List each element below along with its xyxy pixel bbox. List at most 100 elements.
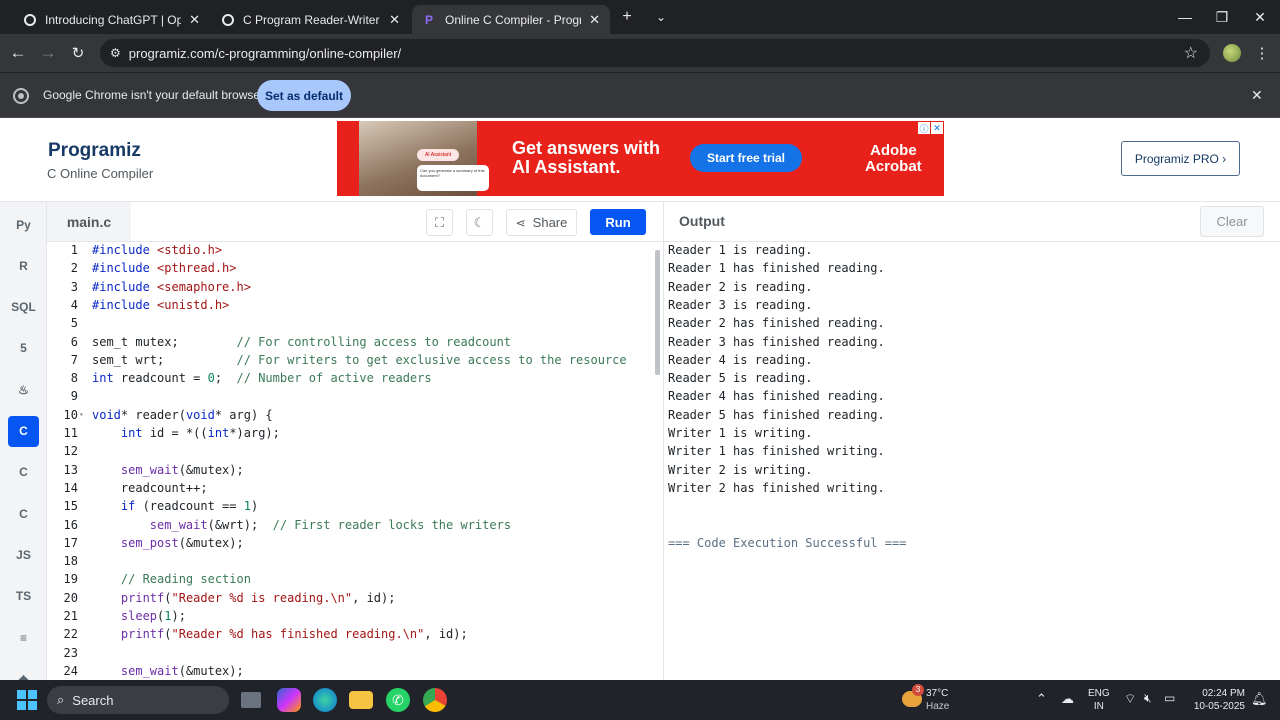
code-line[interactable]: 20 printf("Reader %d is reading.\n", id)… (47, 589, 647, 607)
clear-button[interactable]: Clear (1200, 206, 1264, 237)
close-window-button[interactable]: ✕ (1245, 6, 1275, 28)
menu-icon[interactable]: ⋮ (1251, 42, 1273, 64)
close-icon[interactable]: ✕ (1251, 87, 1263, 104)
tab-programiz[interactable]: P Online C Compiler - Programiz ✕ (412, 5, 610, 34)
dark-mode-button[interactable]: ☾ (466, 209, 493, 236)
run-button[interactable]: Run (590, 209, 646, 235)
code-editor[interactable]: 1 #include <stdio.h> 2 #include <pthread.h>… (47, 242, 663, 680)
ad-banner[interactable]: AI Assistant Can you generate a summary … (337, 121, 944, 196)
code-line[interactable]: 15 if (readcount == 1) (47, 497, 647, 515)
code-line[interactable]: 23 (47, 644, 647, 662)
output-line: Reader 4 is reading. (668, 352, 813, 367)
code-text: #include <semaphore.h> (92, 279, 251, 294)
code-line[interactable]: 2 #include <pthread.h> (47, 259, 647, 277)
output-panel: Reader 1 is reading. Reader 1 has finishe… (663, 242, 1280, 680)
lang-primary: ENG (1088, 688, 1110, 699)
whatsapp-icon[interactable]: ✆ (386, 688, 410, 712)
programiz-pro-button[interactable]: Programiz PRO › (1121, 141, 1240, 176)
reload-button[interactable]: ↻ (67, 42, 89, 64)
code-line[interactable]: 1 #include <stdio.h> (47, 242, 647, 259)
code-line[interactable]: 13 sem_wait(&mutex); (47, 461, 647, 479)
minimize-button[interactable]: — (1170, 6, 1200, 28)
editor-scrollbar[interactable] (655, 250, 660, 375)
fold-arrow-icon[interactable]: ▾ (79, 406, 84, 424)
ad-cta-button[interactable]: Start free trial (690, 144, 802, 172)
site-info-icon[interactable]: ⚙ (110, 46, 121, 60)
speaker-muted-icon[interactable]: 🔇︎ (1144, 692, 1152, 705)
code-line[interactable]: 3 #include <semaphore.h> (47, 278, 647, 296)
task-view-icon[interactable] (241, 692, 261, 708)
html5-icon[interactable]: 5 (8, 333, 39, 364)
js-icon[interactable]: JS (8, 539, 39, 570)
forward-button[interactable]: → (37, 42, 59, 64)
code-line[interactable]: 17 sem_post(&mutex); (47, 534, 647, 552)
line-number: 6 (70, 334, 78, 349)
code-line[interactable]: 12 (47, 442, 647, 460)
python-icon[interactable]: Py (8, 209, 39, 240)
code-line[interactable]: 21 sleep(1); (47, 607, 647, 625)
battery-icon[interactable]: ▭ (1164, 692, 1175, 705)
tab-chatgpt[interactable]: Introducing ChatGPT | OpenAI ✕ (14, 5, 210, 34)
code-text: #include <stdio.h> (92, 243, 223, 257)
programiz-logo[interactable]: Programiz (48, 140, 141, 162)
edge-icon[interactable] (313, 688, 337, 712)
onedrive-icon[interactable]: ☁ (1061, 692, 1074, 705)
chrome-taskbar-icon[interactable] (423, 688, 447, 712)
wifi-icon[interactable]: ⌔ (1124, 692, 1136, 705)
cpp-icon[interactable]: C (8, 457, 39, 488)
line-number: 14 (63, 480, 78, 495)
windows-start-icon[interactable] (15, 688, 39, 712)
language-sidebar: Py R SQL 5 ♨ C C C JS TS ≡ ◆ (0, 202, 47, 686)
code-text: if (readcount == 1) (120, 499, 259, 514)
ts-icon[interactable]: TS (8, 581, 39, 612)
code-line[interactable]: 18 (47, 552, 647, 570)
clock[interactable]: 02:24 PM 10-05-2025 (1188, 687, 1245, 713)
code-line[interactable]: 24 sem_wait(&mutex); (47, 662, 647, 680)
language-indicator[interactable]: ENG IN (1088, 687, 1110, 713)
code-line[interactable]: 4 #include <unistd.h> (47, 296, 647, 314)
tab-reader-writer[interactable]: C Program Reader-Writer Sema ✕ (212, 5, 410, 34)
java-icon[interactable]: ♨ (8, 374, 39, 405)
code-line[interactable]: 19 // Reading section (47, 570, 647, 588)
code-line[interactable]: 10 ▾ void* reader(void* arg) { (47, 406, 647, 424)
code-line[interactable]: 7 sem_t wrt; // For writers to get exclus… (47, 351, 647, 369)
profile-avatar[interactable] (1223, 44, 1241, 62)
close-icon[interactable]: ✕ (189, 12, 200, 28)
code-line[interactable]: 22 printf("Reader %d has finished readin… (47, 625, 647, 643)
c-icon[interactable]: C (8, 415, 39, 447)
close-icon[interactable]: ✕ (389, 12, 400, 28)
maximize-button[interactable]: ❐ (1207, 6, 1237, 28)
url-text[interactable]: programiz.com/c-programming/online-compi… (129, 46, 401, 61)
code-line[interactable]: 9 (47, 387, 647, 405)
tab-search-button[interactable]: ⌄ (650, 6, 672, 28)
ad-info-icon[interactable]: ⓘ (918, 122, 930, 134)
csharp-icon[interactable]: C (8, 498, 39, 529)
go-icon[interactable]: ≡ (8, 622, 39, 653)
code-line[interactable]: 6 sem_t mutex; // For controlling access … (47, 333, 647, 351)
code-line[interactable]: 11 int id = *((int*)arg); (47, 424, 647, 442)
code-line[interactable]: 16 sem_wait(&wrt); // First reader locks… (47, 516, 647, 534)
code-line[interactable]: 8 int readcount = 0; // Number of active … (47, 369, 647, 387)
set-default-button[interactable]: Set as default (257, 80, 351, 111)
r-icon[interactable]: R (8, 250, 39, 281)
file-tab[interactable]: main.c (47, 202, 131, 241)
bookmark-star-icon[interactable]: ☆ (1184, 43, 1198, 63)
file-explorer-icon[interactable] (349, 691, 373, 709)
back-button[interactable]: ← (7, 42, 29, 64)
database-icon[interactable]: SQL (8, 292, 39, 323)
taskbar-search[interactable]: ⌕ Search (47, 686, 229, 714)
close-icon[interactable]: ✕ (589, 12, 600, 28)
share-button[interactable]: ⋖ Share (506, 209, 577, 236)
omnibox[interactable]: ⚙ programiz.com/c-programming/online-com… (100, 39, 1210, 67)
code-line[interactable]: 5 (47, 314, 647, 332)
code-line[interactable]: 14 readcount++; (47, 479, 647, 497)
ad-close-icon[interactable]: ✕ (931, 122, 943, 134)
weather-widget[interactable]: 37°C Haze (926, 687, 949, 713)
new-tab-button[interactable]: + (616, 6, 638, 28)
fullscreen-button[interactable]: ⛶ (426, 209, 453, 236)
code-text: readcount++; (92, 480, 208, 495)
line-number: 5 (70, 316, 78, 331)
notification-bell-icon[interactable]: 🔔︎ (1251, 692, 1268, 705)
copilot-icon[interactable] (277, 688, 301, 712)
chevron-up-icon[interactable]: ⌃ (1036, 692, 1047, 705)
